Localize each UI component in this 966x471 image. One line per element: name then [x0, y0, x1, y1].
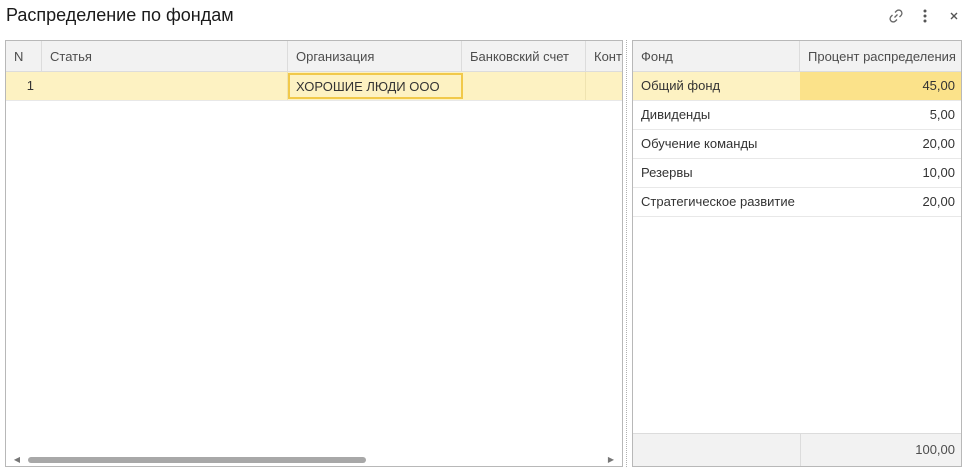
panel-splitter[interactable] — [626, 40, 628, 467]
page-title: Распределение по фондам — [6, 5, 234, 25]
horizontal-scrollbar[interactable]: ◀ ▶ — [6, 454, 622, 466]
table-row[interactable]: Стратегическое развитие 20,00 — [633, 188, 961, 217]
percent-total: 100,00 — [915, 442, 955, 457]
column-header-fund[interactable]: Фонд — [633, 41, 800, 72]
bank-account-cell[interactable] — [462, 72, 586, 100]
row-number: 1 — [26, 78, 34, 93]
fund-cell[interactable]: Дивиденды — [633, 101, 800, 129]
column-header-statya[interactable]: Статья — [42, 41, 288, 72]
table-row[interactable]: Общий фонд 45,00 — [633, 72, 961, 101]
close-icon[interactable] — [944, 6, 964, 26]
articles-table[interactable]: N Статья Организация Банковский счет Кон… — [5, 40, 623, 467]
link-icon[interactable] — [886, 6, 906, 26]
table-row[interactable]: Обучение команды 20,00 — [633, 130, 961, 159]
table-header: N Статья Организация Банковский счет Кон… — [6, 41, 622, 72]
scroll-right-icon[interactable]: ▶ — [606, 454, 616, 466]
organization-field[interactable]: ХОРОШИЕ ЛЮДИ ООО — [288, 73, 463, 99]
column-header-n[interactable]: N — [6, 41, 42, 72]
fund-cell[interactable]: Общий фонд — [633, 72, 800, 100]
fund-cell[interactable]: Стратегическое развитие — [633, 188, 800, 216]
scroll-left-icon[interactable]: ◀ — [12, 454, 22, 466]
kont-cell[interactable] — [586, 72, 622, 100]
funds-table[interactable]: Фонд Процент распределения Общий фонд 45… — [632, 40, 962, 467]
statya-cell[interactable] — [42, 72, 288, 100]
percent-cell[interactable]: 20,00 — [800, 188, 961, 216]
table-row[interactable]: Дивиденды 5,00 — [633, 101, 961, 130]
percent-cell[interactable]: 20,00 — [800, 130, 961, 158]
table-footer: 100,00 — [633, 433, 961, 466]
column-header-bank-account[interactable]: Банковский счет — [462, 41, 586, 72]
column-header-organization[interactable]: Организация — [288, 41, 462, 72]
table-header: Фонд Процент распределения — [633, 41, 961, 72]
fund-cell[interactable]: Резервы — [633, 159, 800, 187]
table-row[interactable]: 1 ХОРОШИЕ ЛЮДИ ООО — [6, 72, 622, 101]
percent-cell[interactable]: 45,00 — [800, 72, 961, 100]
percent-cell[interactable]: 10,00 — [800, 159, 961, 187]
column-header-kont[interactable]: Конт — [586, 41, 622, 72]
fund-cell[interactable]: Обучение команды — [633, 130, 800, 158]
percent-cell[interactable]: 5,00 — [800, 101, 961, 129]
table-row[interactable]: Резервы 10,00 — [633, 159, 961, 188]
scrollbar-thumb[interactable] — [28, 457, 366, 463]
column-header-percent[interactable]: Процент распределения — [800, 41, 961, 72]
more-vertical-icon[interactable] — [915, 6, 935, 26]
